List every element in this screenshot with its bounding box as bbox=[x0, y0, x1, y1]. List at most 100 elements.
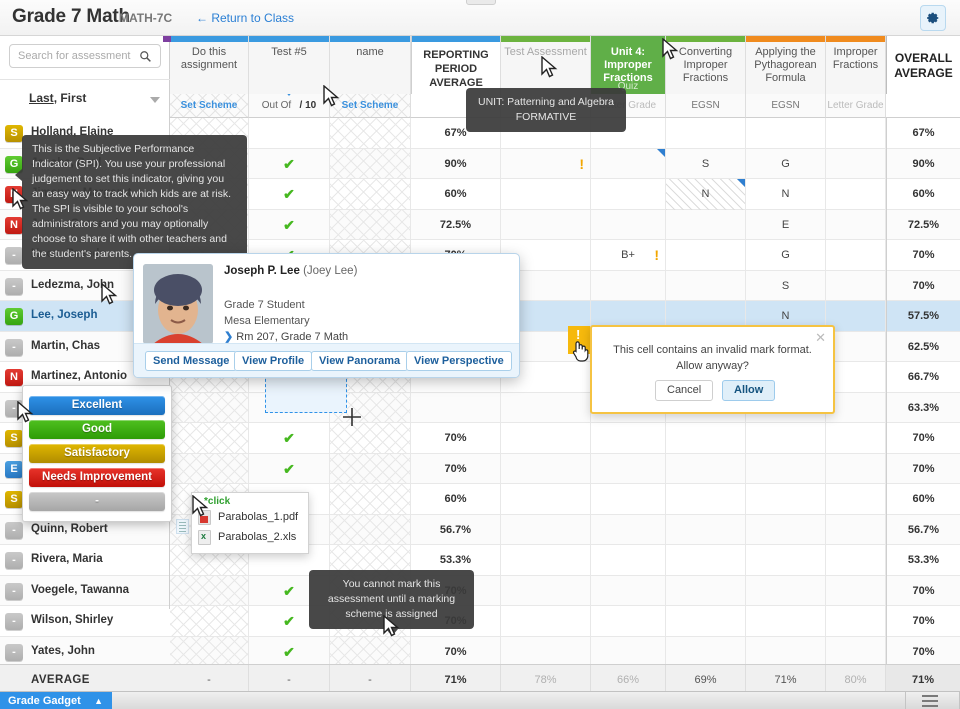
grid-cell[interactable] bbox=[591, 575, 666, 606]
spi-badge[interactable]: - bbox=[5, 582, 23, 600]
grid-cell[interactable] bbox=[826, 148, 886, 179]
return-to-class-link[interactable]: ← Return to Class bbox=[196, 11, 294, 25]
send-message-button[interactable]: Send Message bbox=[145, 351, 238, 371]
grid-cell[interactable] bbox=[591, 453, 666, 484]
scheme-cell-improper[interactable]: Letter Grade bbox=[826, 94, 886, 118]
column-header-applying-pythagorean-formula[interactable]: Applying the Pythagorean Formula bbox=[746, 36, 826, 94]
grid-cell[interactable]: S bbox=[746, 270, 826, 301]
grid-cell[interactable] bbox=[666, 484, 746, 515]
grid-cell[interactable] bbox=[591, 636, 666, 667]
grid-cell[interactable] bbox=[666, 545, 746, 576]
grid-cell[interactable] bbox=[746, 423, 826, 454]
legend-item-excellent[interactable]: Excellent bbox=[29, 396, 165, 415]
grid-cell[interactable] bbox=[170, 392, 249, 423]
grid-cell[interactable]: 70% bbox=[886, 575, 960, 606]
grid-cell[interactable]: 70% bbox=[886, 606, 960, 637]
grid-cell[interactable] bbox=[746, 636, 826, 667]
grid-cell[interactable] bbox=[591, 545, 666, 576]
grid-cell[interactable] bbox=[826, 240, 886, 271]
grid-cell[interactable]: 60% bbox=[411, 484, 501, 515]
grid-cell[interactable]: ✔ bbox=[249, 179, 330, 210]
view-perspective-button[interactable]: View Perspective bbox=[406, 351, 512, 371]
grid-cell[interactable] bbox=[170, 453, 249, 484]
scheme-cell-name[interactable]: Set Scheme bbox=[330, 94, 411, 118]
grid-cell[interactable]: 72.5% bbox=[886, 209, 960, 240]
student-name-cell[interactable]: Wilson, Shirley bbox=[31, 614, 113, 626]
spi-badge[interactable]: N bbox=[5, 369, 23, 386]
spi-badge[interactable]: - bbox=[5, 338, 23, 356]
grid-cell[interactable] bbox=[666, 514, 746, 545]
grid-cell[interactable] bbox=[330, 453, 411, 484]
grid-cell[interactable] bbox=[666, 453, 746, 484]
grid-cell[interactable] bbox=[501, 179, 591, 210]
scheme-cell-converting[interactable]: EGSN bbox=[666, 94, 746, 118]
grid-cell[interactable] bbox=[826, 118, 886, 149]
scheme-cell-pythagorean[interactable]: EGSN bbox=[746, 94, 826, 118]
grid-cell[interactable] bbox=[249, 118, 330, 149]
grid-cell[interactable]: 57.5% bbox=[886, 301, 960, 332]
menu-button[interactable] bbox=[922, 695, 938, 707]
grid-cell[interactable]: 70% bbox=[411, 636, 501, 667]
column-header-test-5[interactable]: Test #5 bbox=[249, 36, 330, 94]
attachment-icon[interactable] bbox=[176, 518, 189, 534]
grid-cell[interactable]: ✔ bbox=[249, 423, 330, 454]
grid-cell[interactable] bbox=[591, 270, 666, 301]
spi-badge[interactable]: - bbox=[5, 643, 23, 661]
grid-cell[interactable]: N bbox=[746, 179, 826, 210]
grid-cell[interactable] bbox=[826, 209, 886, 240]
view-profile-button[interactable]: View Profile bbox=[234, 351, 313, 371]
grid-cell[interactable]: 56.7% bbox=[411, 514, 501, 545]
student-name-cell[interactable]: Lee, Joseph bbox=[31, 309, 97, 321]
grid-cell[interactable] bbox=[826, 636, 886, 667]
spi-badge[interactable]: S bbox=[5, 125, 23, 142]
grid-cell[interactable]: 63.3% bbox=[886, 392, 960, 423]
legend-item-needs-improvement[interactable]: Needs Improvement bbox=[29, 468, 165, 487]
grid-cell[interactable] bbox=[666, 240, 746, 271]
grid-cell[interactable] bbox=[826, 362, 886, 393]
view-panorama-button[interactable]: View Panorama bbox=[311, 351, 409, 371]
grid-cell[interactable] bbox=[330, 484, 411, 515]
grid-cell[interactable]: ✔ bbox=[249, 453, 330, 484]
grid-cell[interactable] bbox=[666, 209, 746, 240]
table-row[interactable]: -Wilson, Shirley✔70%70% bbox=[0, 606, 960, 637]
spi-badge[interactable]: - bbox=[5, 552, 23, 569]
spi-badge[interactable]: N bbox=[5, 216, 23, 234]
grid-cell[interactable] bbox=[330, 514, 411, 545]
grid-cell[interactable]: 70% bbox=[886, 453, 960, 484]
grid-cell[interactable] bbox=[501, 392, 591, 423]
spi-badge[interactable]: G bbox=[5, 308, 23, 325]
grid-cell[interactable]: 60% bbox=[886, 484, 960, 515]
grid-cell[interactable] bbox=[826, 331, 886, 362]
grid-cell[interactable]: 53.3% bbox=[886, 545, 960, 576]
grid-cell[interactable] bbox=[826, 392, 886, 423]
spi-badge[interactable]: - bbox=[5, 247, 23, 264]
grid-cell[interactable] bbox=[170, 606, 249, 637]
column-header-improper-fractions[interactable]: Improper Fractions bbox=[826, 36, 886, 94]
spi-legend-menu[interactable]: Excellent Good Satisfactory Needs Improveme… bbox=[22, 385, 172, 522]
grid-cell[interactable] bbox=[501, 575, 591, 606]
grid-cell[interactable]: ✔ bbox=[249, 148, 330, 179]
grid-cell[interactable] bbox=[501, 453, 591, 484]
grid-cell[interactable]: 67% bbox=[886, 118, 960, 149]
grade-gadget-tab[interactable]: Grade Gadget ▲ bbox=[0, 692, 112, 709]
column-header-name[interactable]: name bbox=[330, 36, 411, 94]
grid-cell[interactable]: 60% bbox=[411, 179, 501, 210]
scheme-cell-do-this-assignment[interactable]: Set Scheme bbox=[170, 94, 249, 118]
grid-cell[interactable]: 60% bbox=[886, 179, 960, 210]
grid-cell[interactable] bbox=[826, 423, 886, 454]
grid-cell[interactable]: 90% bbox=[411, 148, 501, 179]
grid-cell[interactable] bbox=[746, 118, 826, 149]
grid-cell[interactable] bbox=[666, 636, 746, 667]
grid-cell[interactable] bbox=[330, 209, 411, 240]
set-scheme-link[interactable]: Set Scheme bbox=[342, 100, 399, 111]
grid-cell[interactable]: B+! bbox=[591, 240, 666, 271]
grid-cell[interactable] bbox=[746, 545, 826, 576]
grid-cell[interactable]: 70% bbox=[411, 423, 501, 454]
search-input[interactable] bbox=[16, 45, 138, 67]
scheme-cell-test-5[interactable]: Out Of / 10 bbox=[249, 94, 330, 118]
grid-cell[interactable] bbox=[170, 423, 249, 454]
grid-cell[interactable]: 70% bbox=[886, 270, 960, 301]
grid-cell[interactable] bbox=[591, 606, 666, 637]
grid-cell[interactable] bbox=[170, 575, 249, 606]
spi-badge[interactable]: E bbox=[5, 460, 23, 478]
